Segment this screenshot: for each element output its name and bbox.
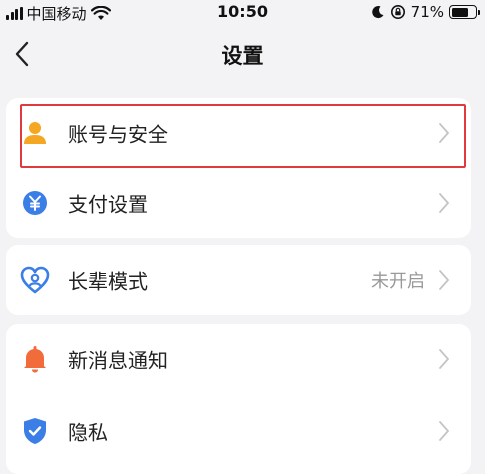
status-right: 71%	[371, 3, 480, 21]
navigation-bar: 设置	[0, 26, 485, 82]
chevron-right-icon	[439, 270, 450, 290]
payment-settings-item[interactable]: 支付设置	[6, 168, 471, 238]
orientation-lock-icon	[390, 5, 405, 19]
chevron-right-icon	[439, 349, 450, 369]
account-security-item[interactable]: 账号与安全	[6, 98, 471, 168]
battery-percent: 71%	[410, 3, 444, 21]
settings-group-elder: 长辈模式 未开启	[6, 245, 471, 315]
status-bar: 中国移动 10:50 71%	[0, 0, 485, 26]
battery-icon	[449, 5, 480, 19]
bell-icon	[20, 344, 50, 374]
privacy-item[interactable]: 隐私	[6, 394, 471, 468]
elder-mode-status: 未开启	[371, 271, 425, 292]
shield-check-icon	[20, 416, 50, 446]
settings-group-notify: 新消息通知 隐私	[6, 324, 471, 474]
person-icon	[20, 118, 50, 148]
chevron-right-icon	[439, 421, 450, 441]
yuan-icon	[20, 188, 50, 218]
elder-mode-item[interactable]: 长辈模式 未开启	[6, 245, 471, 315]
chevron-right-icon	[439, 193, 450, 213]
new-message-notify-item[interactable]: 新消息通知	[6, 324, 471, 394]
heart-face-icon	[20, 265, 50, 295]
new-message-notify-label: 新消息通知	[68, 348, 168, 373]
privacy-label: 隐私	[68, 420, 108, 445]
payment-settings-label: 支付设置	[68, 192, 148, 217]
page-title: 设置	[221, 44, 264, 68]
moon-icon	[371, 6, 384, 19]
chevron-right-icon	[439, 123, 450, 143]
account-security-label: 账号与安全	[68, 122, 168, 147]
settings-group-account: 账号与安全 支付设置	[6, 98, 471, 238]
elder-mode-label: 长辈模式	[68, 269, 148, 294]
